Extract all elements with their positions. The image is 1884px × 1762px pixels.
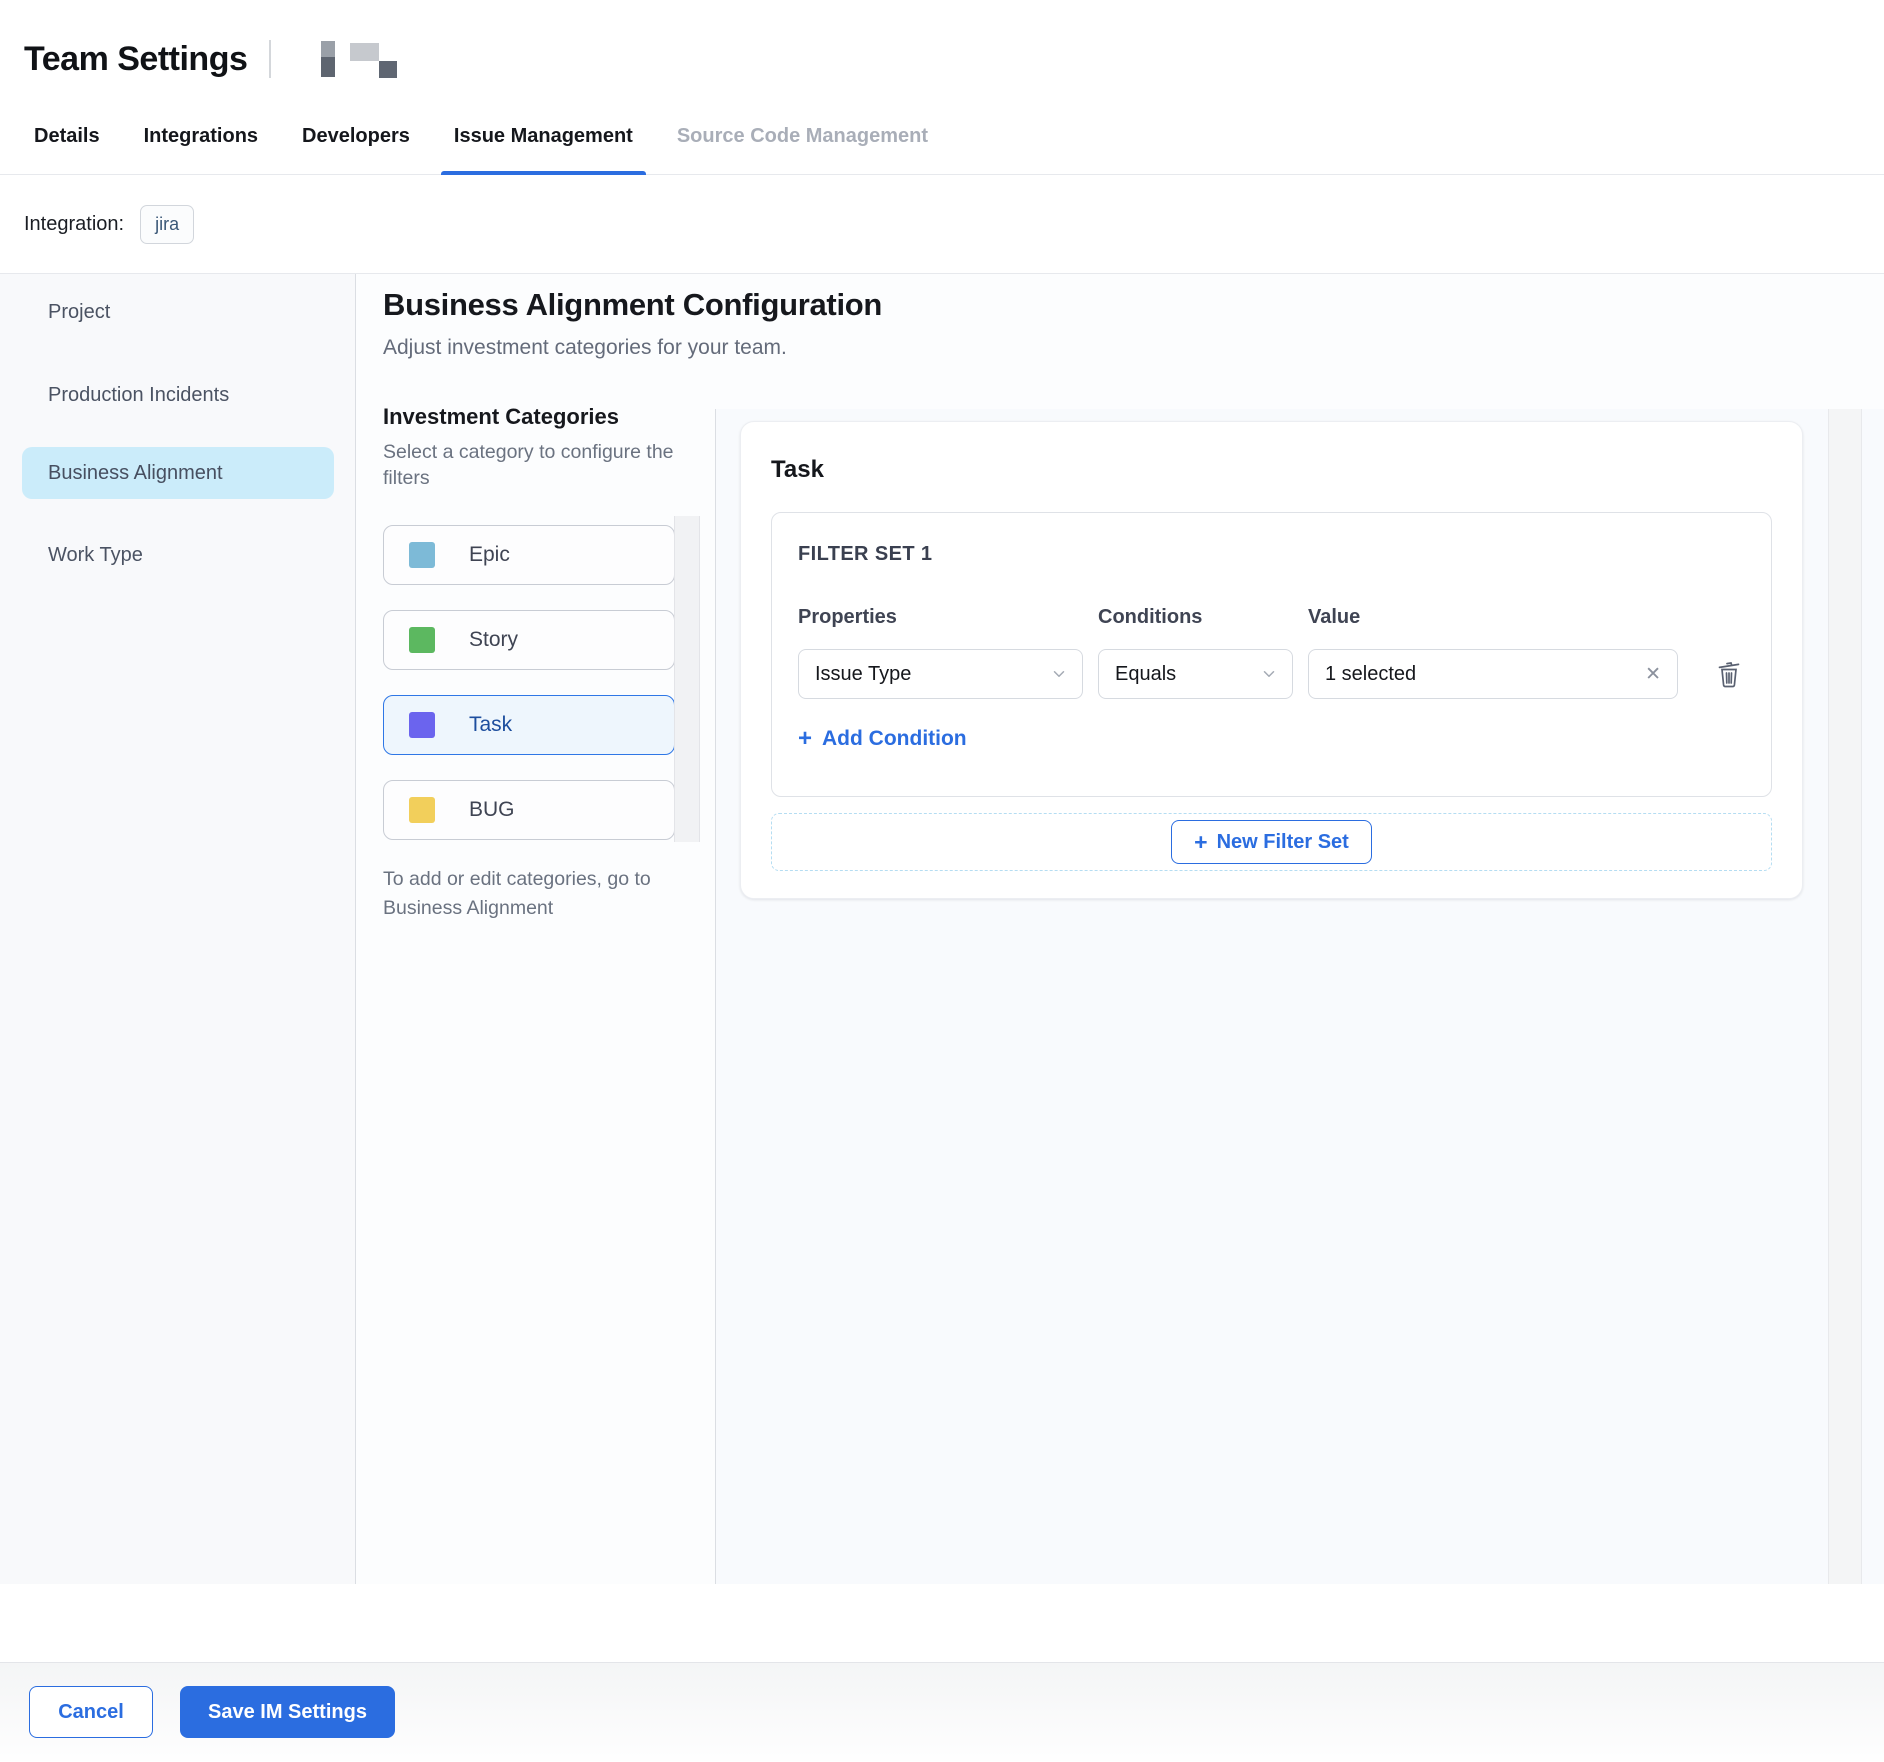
- property-select[interactable]: Issue Type: [798, 649, 1083, 699]
- category-label: Epic: [469, 543, 510, 567]
- filter-row: Issue Type Equals 1 selected ✕: [798, 649, 1745, 699]
- plus-icon: +: [1194, 831, 1207, 854]
- condition-select-value: Equals: [1115, 663, 1260, 686]
- bug-color-swatch: [409, 797, 435, 823]
- page-title: Team Settings: [24, 40, 247, 79]
- value-select[interactable]: 1 selected ✕: [1308, 649, 1678, 699]
- story-color-swatch: [409, 627, 435, 653]
- conditions-header: Conditions: [1098, 606, 1293, 629]
- category-bug[interactable]: BUG: [383, 780, 675, 840]
- column-divider: [715, 409, 716, 1584]
- categories-note: To add or edit categories, go to Busines…: [383, 865, 683, 924]
- title-separator: [269, 40, 271, 78]
- tab-issue-management[interactable]: Issue Management: [441, 99, 646, 174]
- epic-color-swatch: [409, 542, 435, 568]
- integration-label: Integration:: [24, 213, 124, 236]
- task-filter-panel: Task FILTER SET 1 Properties Conditions …: [740, 421, 1803, 899]
- condition-select[interactable]: Equals: [1098, 649, 1293, 699]
- investment-categories-column: Investment Categories Select a category …: [383, 404, 675, 923]
- bottom-gap: [0, 1584, 1884, 1662]
- panel-title: Task: [771, 456, 1772, 484]
- sidebar-item-production-incidents[interactable]: Production Incidents: [22, 369, 334, 421]
- add-condition-button[interactable]: + Add Condition: [798, 727, 967, 751]
- filter-column-headers: Properties Conditions Value: [798, 606, 1745, 629]
- section-title: Business Alignment Configuration: [383, 287, 882, 323]
- team-settings-page: Team Settings Details Integrations Devel…: [0, 0, 1884, 1762]
- redacted-block: [379, 61, 397, 78]
- category-story[interactable]: Story: [383, 610, 675, 670]
- sidebar-item-business-alignment[interactable]: Business Alignment: [22, 447, 334, 499]
- task-color-swatch: [409, 712, 435, 738]
- tab-developers[interactable]: Developers: [289, 99, 423, 174]
- tab-details[interactable]: Details: [21, 99, 113, 174]
- chevron-down-icon: [1260, 665, 1278, 683]
- category-epic[interactable]: Epic: [383, 525, 675, 585]
- properties-header: Properties: [798, 606, 1083, 629]
- categories-description: Select a category to configure the filte…: [383, 439, 683, 492]
- redacted-team-name: [321, 39, 411, 79]
- title-row: Team Settings: [24, 36, 411, 82]
- new-filter-set-label: New Filter Set: [1217, 831, 1349, 854]
- new-filter-set-button[interactable]: + New Filter Set: [1171, 820, 1372, 864]
- tab-integrations[interactable]: Integrations: [131, 99, 271, 174]
- sidebar-item-project[interactable]: Project: [22, 286, 334, 338]
- plus-icon: +: [798, 727, 812, 751]
- settings-sidebar: Project Production Incidents Business Al…: [0, 274, 356, 1584]
- category-list-scrollbar[interactable]: [674, 516, 700, 842]
- filter-set-1: FILTER SET 1 Properties Conditions Value…: [771, 512, 1772, 797]
- value-select-value: 1 selected: [1325, 663, 1643, 686]
- content-area: Project Production Incidents Business Al…: [0, 274, 1884, 1584]
- redacted-block: [350, 43, 379, 61]
- section-subtitle: Adjust investment categories for your te…: [383, 336, 882, 360]
- section-heading: Business Alignment Configuration Adjust …: [383, 287, 882, 360]
- category-label: BUG: [469, 798, 515, 822]
- tab-bar: Details Integrations Developers Issue Ma…: [0, 99, 1884, 174]
- category-task[interactable]: Task: [383, 695, 675, 755]
- new-filter-set-dropzone: + New Filter Set: [771, 813, 1772, 871]
- property-select-value: Issue Type: [815, 663, 1050, 686]
- filter-set-label: FILTER SET 1: [798, 543, 1745, 566]
- delete-row-button[interactable]: [1715, 659, 1743, 689]
- category-label: Story: [469, 628, 518, 652]
- chevron-down-icon: [1050, 665, 1068, 683]
- page-scrollbar[interactable]: [1828, 409, 1862, 1584]
- integration-row: Integration: jira: [0, 175, 1884, 274]
- value-header: Value: [1308, 606, 1678, 629]
- trash-icon: [1715, 659, 1743, 689]
- page-header: Team Settings Details Integrations Devel…: [0, 0, 1884, 175]
- integration-badge: jira: [140, 205, 194, 244]
- redacted-block: [321, 41, 335, 77]
- category-list: Epic Story Task BUG: [383, 525, 675, 840]
- clear-x-icon[interactable]: ✕: [1643, 663, 1663, 686]
- tab-source-code-management[interactable]: Source Code Management: [664, 99, 941, 174]
- sidebar-item-work-type[interactable]: Work Type: [22, 529, 334, 581]
- category-label: Task: [469, 713, 512, 737]
- categories-heading: Investment Categories: [383, 404, 675, 430]
- cancel-button[interactable]: Cancel: [29, 1686, 153, 1738]
- add-condition-label: Add Condition: [822, 727, 967, 751]
- save-im-settings-button[interactable]: Save IM Settings: [180, 1686, 395, 1738]
- footer-actions: Cancel Save IM Settings: [0, 1662, 1884, 1761]
